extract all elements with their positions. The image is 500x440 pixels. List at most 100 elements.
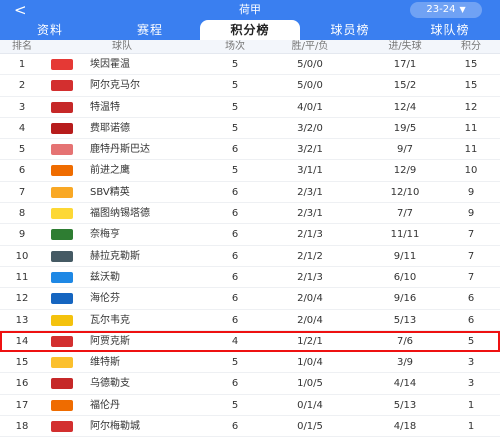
rank-cell: 13 xyxy=(15,314,29,326)
team-logo-icon xyxy=(51,208,73,220)
tab-1[interactable]: 赛程 xyxy=(100,20,200,40)
points-cell: 1 xyxy=(467,421,475,433)
played-cell: 5 xyxy=(231,80,239,92)
rank-cell: 12 xyxy=(15,293,29,305)
rank-cell: 15 xyxy=(15,357,29,369)
goals-cell: 12/4 xyxy=(393,101,417,113)
table-row[interactable]: 12 海伦芬 6 2/0/4 9/16 6 xyxy=(0,288,500,310)
table-row[interactable]: 17 福伦丹 5 0/1/4 5/13 1 xyxy=(0,395,500,417)
wdl-cell: 5/0/0 xyxy=(297,80,323,92)
table-row[interactable]: 3 特温特 5 4/0/1 12/4 12 xyxy=(0,97,500,118)
team-name: 埃因霍温 xyxy=(90,59,130,70)
wdl-cell: 3/2/0 xyxy=(297,122,323,134)
team-name: 阿贾克斯 xyxy=(90,335,130,347)
top-bar: < 荷甲 23-24 ▼ xyxy=(0,0,500,20)
rank-cell: 10 xyxy=(15,250,29,262)
team-logo-icon xyxy=(51,122,73,134)
points-cell: 7 xyxy=(467,229,475,241)
team-name: 维特斯 xyxy=(90,357,120,369)
played-cell: 5 xyxy=(231,122,239,134)
table-row[interactable]: 10 赫拉克勒斯 6 2/1/2 9/11 7 xyxy=(0,246,500,267)
standings-table: 1 埃因霍温 5 5/0/0 17/1 15 2 阿尔克马尔 5 5/0/0 15/2 15 3 特温特 5… xyxy=(0,54,500,438)
table-row[interactable]: 11 兹沃勒 6 2/1/3 6/10 7 xyxy=(0,267,500,289)
col-rank: 排名 xyxy=(12,41,32,52)
team-logo-icon xyxy=(51,59,73,70)
team-logo-icon xyxy=(51,229,73,241)
wdl-cell: 4/0/1 xyxy=(297,101,323,113)
played-cell: 6 xyxy=(231,186,239,198)
table-row[interactable]: 15 维特斯 5 1/0/4 3/9 3 xyxy=(0,352,500,374)
team-name: 特温特 xyxy=(90,101,120,113)
team-logo-icon xyxy=(51,293,73,305)
rank-cell: 16 xyxy=(15,378,29,390)
points-cell: 9 xyxy=(467,208,475,220)
team-logo-icon xyxy=(51,144,73,156)
team-logo-icon xyxy=(51,165,73,177)
played-cell: 6 xyxy=(231,378,239,390)
col-team: 球队 xyxy=(112,41,132,52)
tab-2[interactable]: 积分榜 xyxy=(200,20,300,40)
played-cell: 6 xyxy=(231,229,239,241)
wdl-cell: 2/1/3 xyxy=(297,229,323,241)
tab-3[interactable]: 球员榜 xyxy=(300,20,400,40)
caret-down-icon: ▼ xyxy=(459,5,466,14)
played-cell: 6 xyxy=(231,421,239,433)
wdl-cell: 1/0/5 xyxy=(297,378,323,390)
points-cell: 10 xyxy=(464,165,478,177)
back-button[interactable]: < xyxy=(14,1,34,19)
team-logo-icon xyxy=(51,399,73,411)
played-cell: 5 xyxy=(231,101,239,113)
team-name: 福伦丹 xyxy=(90,399,120,411)
team-name: 费耶诺德 xyxy=(90,122,130,134)
table-row[interactable]: 8 福图纳锡塔德 6 2/3/1 7/7 9 xyxy=(0,203,500,225)
goals-cell: 17/1 xyxy=(393,59,417,70)
team-logo-icon xyxy=(51,335,73,347)
table-row[interactable]: 6 前进之鹰 5 3/1/1 12/9 10 xyxy=(0,160,500,182)
points-cell: 12 xyxy=(464,101,478,113)
table-row[interactable]: 2 阿尔克马尔 5 5/0/0 15/2 15 xyxy=(0,75,500,97)
goals-cell: 9/7 xyxy=(396,144,414,156)
tab-4[interactable]: 球队榜 xyxy=(400,20,500,40)
wdl-cell: 2/3/1 xyxy=(297,208,323,220)
points-cell: 6 xyxy=(467,314,475,326)
table-row[interactable]: 16 乌德勒支 6 1/0/5 4/14 3 xyxy=(0,373,500,395)
rank-cell: 14 xyxy=(15,335,29,347)
played-cell: 5 xyxy=(231,357,239,369)
team-name: 乌德勒支 xyxy=(90,378,130,390)
table-row[interactable]: 1 埃因霍温 5 5/0/0 17/1 15 xyxy=(0,54,500,76)
team-logo-icon xyxy=(51,186,73,198)
points-cell: 1 xyxy=(467,399,475,411)
table-row[interactable]: 13 瓦尔韦克 6 2/0/4 5/13 6 xyxy=(0,310,500,331)
rank-cell: 3 xyxy=(18,101,26,113)
team-name: SBV精英 xyxy=(90,186,130,198)
rank-cell: 1 xyxy=(18,59,26,70)
rank-cell: 6 xyxy=(18,165,26,177)
team-name: 阿尔克马尔 xyxy=(90,80,140,92)
chevron-left-icon: < xyxy=(14,1,27,19)
points-cell: 3 xyxy=(467,378,475,390)
table-row[interactable]: 14 阿贾克斯 4 1/2/1 7/6 5 xyxy=(0,330,500,353)
rank-cell: 18 xyxy=(15,421,29,433)
points-cell: 6 xyxy=(467,293,475,305)
season-label: 23-24 xyxy=(426,4,456,15)
goals-cell: 9/11 xyxy=(393,250,417,262)
goals-cell: 6/10 xyxy=(393,271,417,283)
team-logo-icon xyxy=(51,314,73,326)
goals-cell: 4/18 xyxy=(393,421,417,433)
team-name: 兹沃勒 xyxy=(90,271,120,283)
col-wdl: 胜/平/负 xyxy=(291,41,329,52)
points-cell: 9 xyxy=(467,186,475,198)
goals-cell: 12/10 xyxy=(390,186,420,198)
team-name: 福图纳锡塔德 xyxy=(90,208,150,220)
season-selector[interactable]: 23-24 ▼ xyxy=(410,2,482,18)
wdl-cell: 0/1/5 xyxy=(297,421,323,433)
team-name: 阿尔梅勒城 xyxy=(90,421,140,433)
team-name: 海伦芬 xyxy=(90,293,120,305)
table-row[interactable]: 9 奈梅亨 6 2/1/3 11/11 7 xyxy=(0,224,500,246)
team-name: 瓦尔韦克 xyxy=(90,314,130,326)
table-row[interactable]: 4 费耶诺德 5 3/2/0 19/5 11 xyxy=(0,118,500,140)
table-row[interactable]: 18 阿尔梅勒城 6 0/1/5 4/18 1 xyxy=(0,416,500,438)
table-row[interactable]: 7 SBV精英 6 2/3/1 12/10 9 xyxy=(0,182,500,204)
table-row[interactable]: 5 鹿特丹斯巴达 6 3/2/1 9/7 11 xyxy=(0,139,500,161)
tab-0[interactable]: 资料 xyxy=(0,20,100,40)
